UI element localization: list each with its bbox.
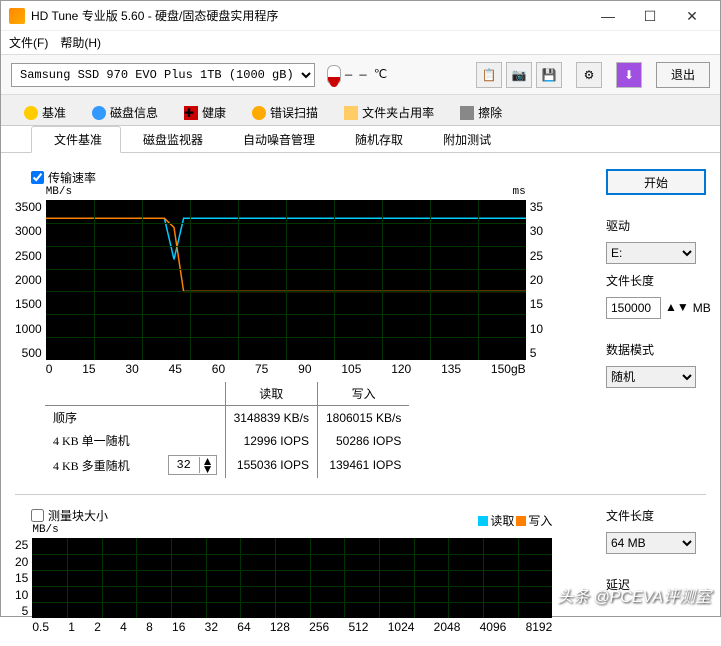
titlebar: HD Tune 专业版 5.60 - 硬盘/固态硬盘实用程序 — ☐ ✕ (1, 1, 720, 31)
trash-icon (460, 106, 474, 120)
menubar: 文件(F) 帮助(H) (1, 31, 720, 55)
tab-aam[interactable]: 自动噪音管理 (221, 126, 333, 152)
chart-legend: 读取 写入 (478, 512, 552, 529)
tab-extra-tests[interactable]: 附加测试 (421, 126, 509, 152)
tab-row-2: 文件基准 磁盘监视器 自动噪音管理 随机存取 附加测试 (1, 126, 720, 153)
drive-select[interactable]: E: (606, 242, 696, 264)
tab-row-1: 基准 磁盘信息 ✚健康 错误扫描 文件夹占用率 擦除 (1, 95, 720, 126)
data-mode-select[interactable]: 随机 (606, 366, 696, 388)
blocksize-chart: 252015105 MB/s 读取 写入 0.51248163264128256… (15, 526, 596, 636)
copy-screenshot-button[interactable]: 📷 (506, 62, 532, 88)
results-table: 读取写入 顺序3148839 KB/s1806015 KB/s 4 KB 单一随… (45, 382, 409, 478)
folder-icon (344, 106, 358, 120)
options-button[interactable]: ⚙ (576, 62, 602, 88)
menu-help[interactable]: 帮助(H) (60, 34, 101, 51)
close-button[interactable]: ✕ (672, 4, 712, 28)
device-select[interactable]: Samsung SSD 970 EVO Plus 1TB (1000 gB) (11, 63, 315, 87)
file-length-2-select[interactable]: 64 MB (606, 532, 696, 554)
tab-health[interactable]: ✚健康 (171, 99, 239, 125)
tab-file-benchmark[interactable]: 文件基准 (31, 126, 121, 153)
tab-folderusage[interactable]: 文件夹占用率 (331, 99, 447, 125)
app-icon (9, 8, 25, 24)
transfer-chart: 350030002500200015001000500 MB/s ms 0153… (15, 188, 596, 378)
temperature-display: — — ℃ (327, 65, 387, 85)
search-icon (252, 106, 266, 120)
menu-file[interactable]: 文件(F) (9, 34, 48, 51)
maximize-button[interactable]: ☐ (630, 4, 670, 28)
minimize-tray-button[interactable]: ⬇ (616, 62, 642, 88)
transfer-rate-checkbox[interactable]: 传输速率 (31, 169, 596, 186)
tab-erase[interactable]: 擦除 (447, 99, 515, 125)
minimize-button[interactable]: — (588, 4, 628, 28)
thermometer-icon (327, 65, 341, 85)
tab-errorscan[interactable]: 错误扫描 (239, 99, 331, 125)
exit-button[interactable]: 退出 (656, 62, 710, 88)
info-icon (92, 106, 106, 120)
queue-depth-spinner[interactable]: ▲▼ (168, 455, 217, 475)
tab-disk-monitor[interactable]: 磁盘监视器 (121, 126, 221, 152)
start-button[interactable]: 开始 (606, 169, 706, 195)
toolbar: Samsung SSD 970 EVO Plus 1TB (1000 gB) —… (1, 55, 720, 95)
window-title: HD Tune 专业版 5.60 - 硬盘/固态硬盘实用程序 (31, 7, 588, 24)
tab-benchmark[interactable]: 基准 (11, 99, 79, 125)
copy-info-button[interactable]: 📋 (476, 62, 502, 88)
tab-diskinfo[interactable]: 磁盘信息 (79, 99, 171, 125)
health-icon: ✚ (184, 106, 198, 120)
file-length-input[interactable] (606, 297, 661, 319)
tab-random-access[interactable]: 随机存取 (333, 126, 421, 152)
bulb-icon (24, 106, 38, 120)
save-screenshot-button[interactable]: 💾 (536, 62, 562, 88)
